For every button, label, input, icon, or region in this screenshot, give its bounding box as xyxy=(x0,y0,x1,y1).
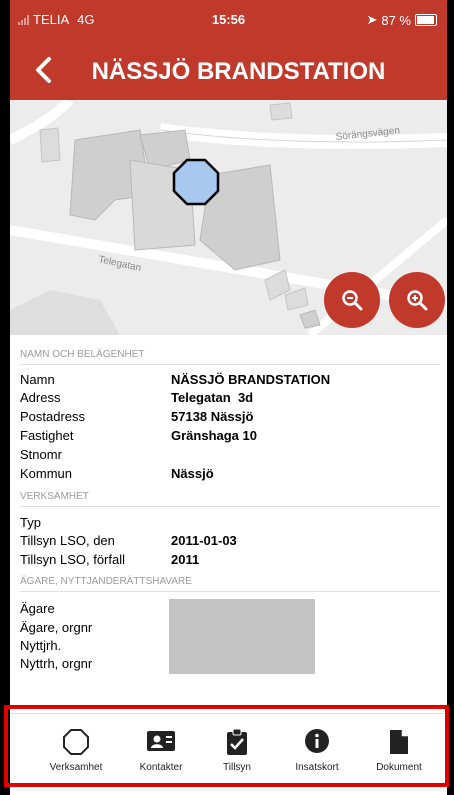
zoom-out-button[interactable] xyxy=(324,272,380,328)
location-arrow-icon: ➤ xyxy=(366,12,378,27)
battery-label: 87 % xyxy=(381,12,411,28)
divider xyxy=(20,364,440,365)
zoom-in-icon xyxy=(407,290,428,311)
app-header: NÄSSJÖ BRANDSTATION xyxy=(10,44,447,100)
zoom-in-button[interactable] xyxy=(389,272,445,328)
status-bar: TELIA 4G 15:56 ➤ 87 % xyxy=(10,0,447,44)
octagon-marker-icon[interactable] xyxy=(172,158,220,206)
divider xyxy=(20,506,440,507)
map-canvas: Sörängsvägen Telegatan xyxy=(10,100,447,335)
section-heading-location: NAMN och BELÄGENHET xyxy=(20,349,145,360)
battery-icon xyxy=(415,14,437,26)
zoom-out-icon xyxy=(342,290,363,311)
map-view[interactable]: Sörängsvägen Telegatan xyxy=(10,100,447,335)
section-heading-business: VERKSAMHET xyxy=(20,491,89,502)
highlight-frame xyxy=(4,705,449,787)
phone-screen: TELIA 4G 15:56 ➤ 87 % NÄSSJÖ BRANDSTATIO… xyxy=(10,0,447,795)
redacted-image xyxy=(169,599,315,674)
page-title: NÄSSJÖ BRANDSTATION xyxy=(91,58,386,85)
divider xyxy=(20,591,440,592)
status-right: ➤ 87 % xyxy=(366,12,437,28)
section-heading-owner: ÄGARE, NYTTJANDERÄTTSHAVARE xyxy=(20,576,192,587)
